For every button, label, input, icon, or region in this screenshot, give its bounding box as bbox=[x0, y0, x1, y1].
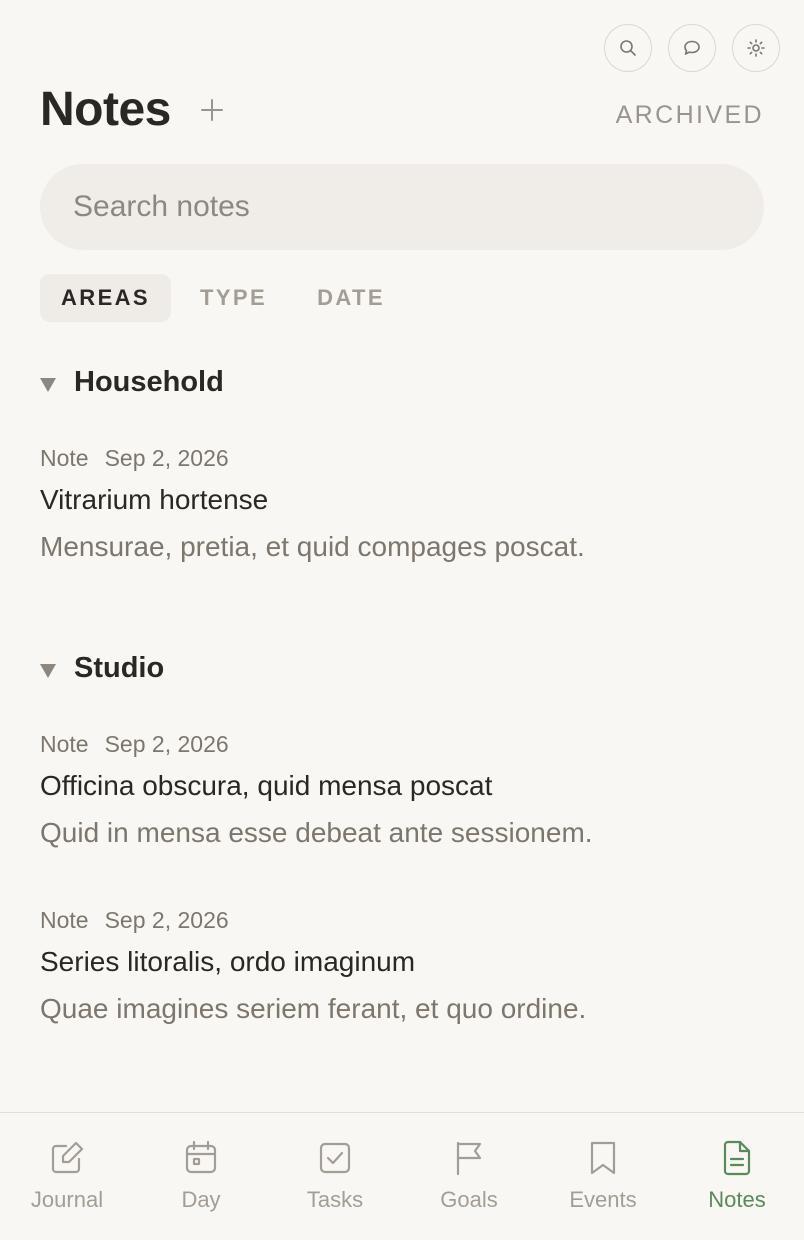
nav-label: Journal bbox=[30, 1187, 104, 1212]
collapse-triangle-icon bbox=[40, 377, 56, 392]
calendar-icon bbox=[185, 1140, 217, 1174]
flag-icon bbox=[456, 1141, 482, 1176]
group-header-household[interactable]: Household bbox=[40, 366, 224, 399]
note-type: Note bbox=[40, 731, 89, 757]
document-icon bbox=[723, 1140, 751, 1176]
note-title: Officina obscura, quid mensa poscat bbox=[40, 770, 493, 801]
nav-item-day[interactable]: Day bbox=[134, 1113, 268, 1240]
note-meta: Note Sep 2, 2026 bbox=[40, 731, 764, 758]
note-item[interactable]: Note Sep 2, 2026 Vitrarium hortense Mens… bbox=[40, 445, 764, 563]
plus-icon bbox=[200, 98, 223, 121]
chat-button[interactable] bbox=[668, 24, 716, 72]
note-date: Sep 2, 2026 bbox=[104, 445, 229, 471]
chat-bubble-icon bbox=[684, 40, 700, 55]
nav-item-goals[interactable]: Goals bbox=[402, 1113, 536, 1240]
page-header: Notes ARCHIVED bbox=[40, 82, 764, 137]
note-type: Note bbox=[40, 907, 89, 933]
note-meta: Note Sep 2, 2026 bbox=[40, 907, 764, 934]
nav-label: Goals bbox=[440, 1187, 498, 1212]
collapse-triangle-icon bbox=[40, 663, 56, 678]
group-title: Studio bbox=[74, 652, 165, 684]
edit-icon bbox=[51, 1141, 84, 1174]
note-preview: Quae imagines seriem ferant, et quo ordi… bbox=[40, 993, 587, 1024]
nav-label: Notes bbox=[708, 1187, 766, 1212]
filter-tabs: AREAS TYPE DATE bbox=[40, 274, 406, 322]
note-preview: Mensurae, pretia, et quid compages posca… bbox=[40, 531, 585, 562]
sun-icon bbox=[747, 39, 765, 57]
search-bar[interactable] bbox=[40, 164, 764, 250]
search-input[interactable] bbox=[73, 190, 764, 224]
note-title: Vitrarium hortense bbox=[40, 484, 269, 515]
page-title: Notes bbox=[40, 83, 171, 136]
nav-item-events[interactable]: Events bbox=[536, 1113, 670, 1240]
nav-label: Events bbox=[569, 1187, 637, 1212]
nav-label: Day bbox=[181, 1187, 221, 1212]
theme-button[interactable] bbox=[732, 24, 780, 72]
group-title: Household bbox=[74, 366, 224, 398]
note-item[interactable]: Note Sep 2, 2026 Officina obscura, quid … bbox=[40, 731, 764, 849]
add-note-button[interactable] bbox=[197, 95, 227, 125]
note-item[interactable]: Note Sep 2, 2026 Series litoralis, ordo … bbox=[40, 907, 764, 1025]
title-group: Notes bbox=[40, 82, 227, 137]
nav-item-journal[interactable]: Journal bbox=[0, 1113, 134, 1240]
filter-tab-date[interactable]: DATE bbox=[296, 274, 406, 322]
note-title: Series litoralis, ordo imaginum bbox=[40, 946, 416, 977]
note-meta: Note Sep 2, 2026 bbox=[40, 445, 764, 472]
note-date: Sep 2, 2026 bbox=[104, 907, 229, 933]
checkbox-icon bbox=[319, 1142, 351, 1174]
note-date: Sep 2, 2026 bbox=[104, 731, 229, 757]
group-header-studio[interactable]: Studio bbox=[40, 652, 164, 685]
filter-tab-areas[interactable]: AREAS bbox=[40, 274, 172, 322]
nav-item-notes[interactable]: Notes bbox=[670, 1113, 804, 1240]
bottom-nav: Journal Day Tasks Goals Events Notes bbox=[0, 1112, 804, 1240]
note-type: Note bbox=[40, 445, 89, 471]
search-button[interactable] bbox=[604, 24, 652, 72]
nav-label: Tasks bbox=[306, 1187, 364, 1212]
search-icon bbox=[620, 40, 636, 56]
top-toolbar bbox=[604, 24, 780, 72]
archived-link[interactable]: ARCHIVED bbox=[616, 101, 764, 130]
note-preview: Quid in mensa esse debeat ante sessionem… bbox=[40, 817, 593, 848]
filter-tab-type[interactable]: TYPE bbox=[179, 274, 288, 322]
nav-item-tasks[interactable]: Tasks bbox=[268, 1113, 402, 1240]
bookmark-icon bbox=[590, 1141, 616, 1175]
